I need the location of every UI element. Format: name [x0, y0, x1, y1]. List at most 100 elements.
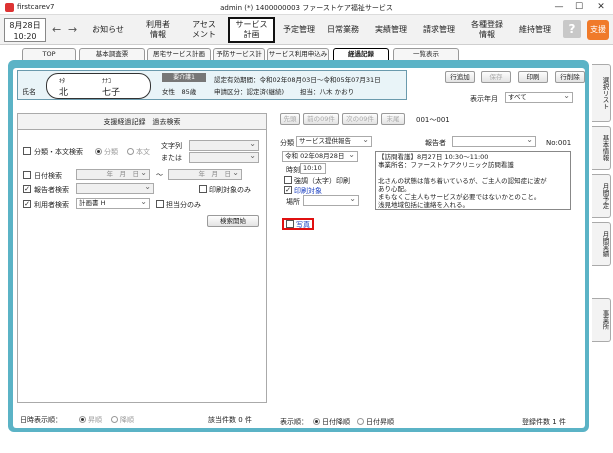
date-search-label: 日付検索: [34, 172, 62, 180]
certification-period: 認定有効期間：令和02年08月03日～令和05年07月31日: [214, 76, 381, 84]
menu-maintenance[interactable]: 維持管理: [515, 17, 555, 43]
desc-radio[interactable]: [111, 416, 118, 423]
search-start-button[interactable]: 検索開始: [207, 215, 259, 227]
menu-service-plan[interactable]: サービス 計画: [228, 17, 275, 43]
year-month-select[interactable]: すべて: [505, 91, 573, 103]
record-counter: 001～001: [416, 116, 450, 124]
text-string-input-2[interactable]: [189, 151, 259, 163]
menu-results[interactable]: 実績管理: [372, 17, 410, 43]
date-asc-label: 日付昇順: [366, 418, 394, 426]
text-string-input-1[interactable]: [189, 139, 259, 151]
back-arrow-icon[interactable]: ←: [52, 23, 61, 36]
right-tab-basic-info[interactable]: 基本情報: [592, 126, 611, 170]
client-info-box: 氏名 ｷﾀ ﾅﾅｺ 北 七子 要介護1 女性 85歳 認定有効期間：令和02年0…: [17, 70, 407, 100]
minimize-button[interactable]: —: [550, 1, 568, 14]
display-order-label: 表示順：: [280, 418, 308, 426]
print-button[interactable]: 印刷: [518, 71, 548, 83]
photo-checkbox[interactable]: [286, 220, 294, 228]
date-search-checkbox[interactable]: [23, 171, 31, 179]
tab-home-care-plan[interactable]: 居宅サービス計画: [147, 48, 211, 60]
right-tab-monthly-result[interactable]: 月間実績: [592, 222, 611, 266]
sub-tab-bar: TOP 基本調査票 居宅サービス計画 予防サービス計画 サービス利用申込み 経過…: [0, 46, 613, 69]
time-input[interactable]: 10:10: [300, 163, 326, 174]
category-radio[interactable]: [95, 148, 102, 155]
place-select[interactable]: [303, 194, 359, 206]
category-search-checkbox[interactable]: [23, 147, 31, 155]
reporter-search-label: 報告者検索: [34, 186, 69, 194]
tab-basic-survey[interactable]: 基本調査票: [79, 48, 145, 60]
help-icon[interactable]: ?: [563, 20, 581, 38]
care-manager: 担当：八木 かおり: [300, 88, 355, 96]
photo-label[interactable]: 写真: [296, 220, 310, 230]
client-name-box: ｷﾀ ﾅﾅｺ 北 七子: [46, 73, 151, 99]
right-tab-monthly-plan[interactable]: 月間予定: [592, 174, 611, 218]
emphasis-print-checkbox[interactable]: [284, 176, 292, 184]
last-page-button[interactable]: 末尾: [381, 113, 405, 125]
date-to-input[interactable]: 年 月 日: [168, 168, 242, 180]
record-text-area[interactable]: 【訪問看護】8月27日 10:30～11:00 事業所名：ファーストケアクリニッ…: [375, 151, 571, 210]
date-desc-radio[interactable]: [313, 418, 320, 425]
print-only-label: 印刷対象のみ: [209, 186, 251, 194]
desc-label: 降順: [120, 416, 134, 424]
menu-user-info[interactable]: 利用者 情報: [140, 17, 176, 43]
menu-billing[interactable]: 請求管理: [420, 17, 458, 43]
delete-row-button[interactable]: 行削除: [555, 71, 585, 83]
reporter-search-checkbox[interactable]: ✓: [23, 185, 31, 193]
forward-arrow-icon[interactable]: →: [68, 23, 77, 36]
asc-radio[interactable]: [79, 416, 86, 423]
save-button[interactable]: 保存: [481, 71, 511, 83]
add-row-button[interactable]: 行追加: [445, 71, 475, 83]
emphasis-print-label: 強調（太字）印刷: [294, 177, 350, 185]
current-time: 10:20: [13, 32, 37, 41]
right-tab-office[interactable]: 事業所: [592, 298, 611, 342]
name-label: 氏名: [22, 88, 36, 96]
maximize-button[interactable]: ☐: [570, 1, 588, 14]
date-from-input[interactable]: 年 月 日: [76, 168, 150, 180]
reporter-select[interactable]: [76, 182, 154, 194]
client-kana-first: ﾅﾅｺ: [102, 78, 112, 85]
menu-daily-work[interactable]: 日常業務: [324, 17, 362, 43]
date-asc-radio[interactable]: [357, 418, 364, 425]
menu-assessment[interactable]: アセス メント: [186, 17, 222, 43]
right-tab-select-list[interactable]: 選択リスト: [592, 64, 611, 122]
care-level-badge: 要介護1: [162, 73, 206, 82]
tab-top[interactable]: TOP: [22, 48, 76, 60]
current-date: 8月28日: [9, 21, 41, 30]
window-title: admin (*) 1400000003 ファーストケア福祉サービス: [220, 4, 393, 12]
user-select[interactable]: 計画書 H: [76, 197, 150, 209]
tab-list-view[interactable]: 一覧表示: [393, 48, 459, 60]
support-button[interactable]: 支援: [587, 20, 609, 40]
menu-notice[interactable]: お知らせ: [86, 17, 130, 43]
place-label: 場所: [286, 198, 300, 206]
user-search-checkbox[interactable]: ✓: [23, 200, 31, 208]
date-order-label: 日時表示順：: [20, 416, 62, 424]
year-month-label: 表示年月: [470, 95, 498, 103]
print-target-checkbox[interactable]: ✓: [284, 186, 292, 194]
close-button[interactable]: ✕: [592, 1, 610, 14]
gender-age: 女性 85歳: [162, 88, 197, 96]
application-status: 申請区分：認定済(継続): [214, 88, 285, 96]
client-last-name: 北: [59, 88, 69, 98]
category-label: 分類: [280, 139, 294, 147]
prev-page-button[interactable]: 前の09件: [303, 113, 339, 125]
category-radio-label: 分類: [104, 148, 118, 156]
menu-schedule[interactable]: 予定管理: [280, 17, 318, 43]
reporter-select-record[interactable]: [452, 135, 536, 147]
next-page-button[interactable]: 次の09件: [342, 113, 378, 125]
tab-prevention-plan[interactable]: 予防サービス計画: [213, 48, 265, 69]
menu-registration[interactable]: 各種登録 情報: [467, 17, 507, 43]
tab-progress-record[interactable]: 経過記録: [333, 48, 389, 60]
category-select[interactable]: サービス提供報告: [296, 135, 372, 147]
tab-service-application[interactable]: サービス利用申込み: [267, 48, 329, 60]
print-only-checkbox[interactable]: [199, 185, 207, 193]
hit-count: 該当件数 0 件: [208, 416, 252, 424]
text-string-label: 文字列: [161, 142, 182, 150]
reporter-label: 報告者: [425, 139, 446, 147]
record-date-select[interactable]: 令和 02年08月28日: [282, 150, 358, 162]
or-label: または: [161, 154, 182, 162]
charge-only-checkbox[interactable]: [156, 200, 164, 208]
first-page-button[interactable]: 先頭: [280, 113, 300, 125]
body-radio[interactable]: [127, 148, 134, 155]
date-desc-label: 日付降順: [322, 418, 350, 426]
charge-only-label: 担当分のみ: [166, 201, 201, 209]
